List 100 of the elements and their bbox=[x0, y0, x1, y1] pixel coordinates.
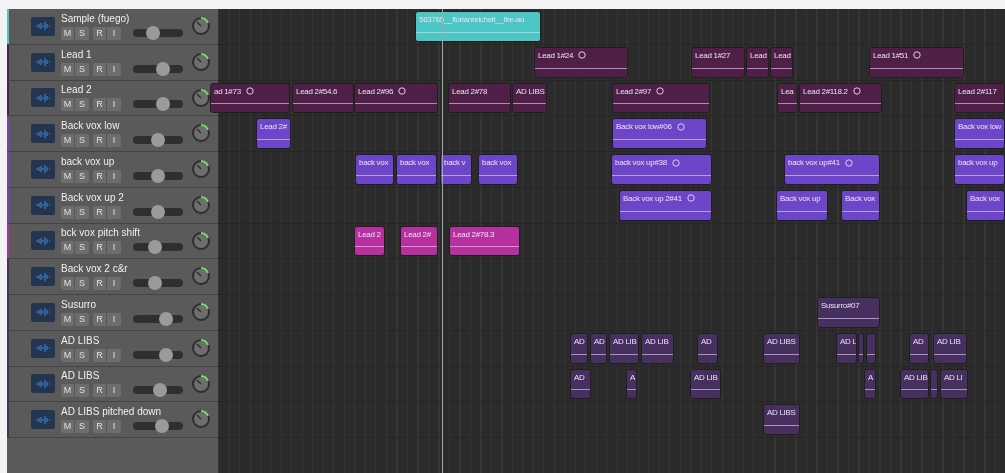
pan-knob[interactable] bbox=[190, 15, 212, 37]
slider-thumb[interactable] bbox=[151, 133, 165, 148]
record-button[interactable]: R bbox=[93, 169, 107, 183]
input-button[interactable]: I bbox=[107, 384, 121, 398]
audio-region[interactable]: AD bbox=[570, 368, 591, 400]
input-button[interactable]: I bbox=[107, 277, 121, 291]
volume-slider[interactable] bbox=[133, 28, 183, 37]
input-button[interactable]: I bbox=[107, 348, 121, 362]
pan-knob[interactable] bbox=[190, 50, 212, 73]
audio-region[interactable]: Lead 2 bbox=[354, 225, 385, 257]
slider-thumb[interactable] bbox=[148, 240, 163, 255]
input-button[interactable]: I bbox=[107, 26, 121, 40]
audio-region[interactable]: AD LIB bbox=[933, 332, 967, 364]
audio-region[interactable]: Lead 2#78.3 bbox=[449, 225, 520, 257]
audio-region[interactable]: Lead 2#97 bbox=[612, 82, 710, 114]
volume-slider[interactable] bbox=[133, 243, 183, 252]
input-button[interactable]: I bbox=[107, 62, 121, 76]
audio-region[interactable]: AD LIBS bbox=[512, 82, 547, 114]
mute-button[interactable]: M bbox=[61, 241, 75, 255]
audio-region[interactable]: Lea bbox=[777, 82, 798, 114]
audio-region[interactable]: back vox up bbox=[954, 154, 1005, 185]
audio-region[interactable] bbox=[866, 332, 876, 364]
slider-thumb[interactable] bbox=[158, 347, 173, 362]
slider-thumb[interactable] bbox=[158, 311, 173, 326]
input-button[interactable]: I bbox=[107, 420, 121, 434]
audio-region[interactable]: Lead 2#78 bbox=[448, 82, 511, 114]
volume-slider[interactable] bbox=[133, 136, 183, 145]
pan-knob[interactable] bbox=[190, 301, 212, 323]
slider-thumb[interactable] bbox=[151, 168, 165, 183]
audio-region[interactable]: Lead 2#118.2 bbox=[799, 82, 882, 114]
input-button[interactable]: I bbox=[107, 241, 121, 255]
audio-region[interactable]: Lead 2#96 bbox=[354, 82, 438, 114]
pan-knob[interactable] bbox=[190, 86, 212, 109]
audio-region[interactable]: AD L bbox=[836, 332, 857, 364]
audio-region[interactable]: back vox up#38 bbox=[611, 154, 712, 185]
audio-region[interactable]: Back vox low bbox=[954, 118, 1005, 149]
slider-thumb[interactable] bbox=[148, 276, 163, 291]
input-button[interactable]: I bbox=[107, 134, 121, 148]
record-button[interactable]: R bbox=[93, 348, 107, 362]
audio-region[interactable]: AD LIB bbox=[641, 332, 674, 364]
audio-region[interactable]: AD LI bbox=[940, 368, 968, 400]
solo-button[interactable]: S bbox=[75, 420, 89, 434]
input-button[interactable]: I bbox=[107, 169, 121, 183]
input-button[interactable]: I bbox=[107, 205, 121, 219]
audio-region[interactable]: back vox up#41 bbox=[784, 154, 880, 185]
solo-button[interactable]: S bbox=[75, 241, 89, 255]
mute-button[interactable]: M bbox=[61, 348, 75, 362]
volume-slider[interactable] bbox=[133, 386, 183, 395]
audio-region[interactable]: A bbox=[626, 368, 637, 400]
volume-slider[interactable] bbox=[133, 171, 183, 180]
audio-region[interactable]: AD LIBS bbox=[763, 404, 800, 435]
audio-region[interactable]: Lead 1#24 bbox=[534, 46, 628, 78]
audio-region[interactable]: AD bbox=[909, 332, 929, 364]
record-button[interactable]: R bbox=[93, 312, 107, 326]
input-button[interactable]: I bbox=[107, 312, 121, 326]
record-button[interactable]: R bbox=[93, 134, 107, 148]
mute-button[interactable]: M bbox=[61, 134, 75, 148]
audio-region[interactable]: Back vox bbox=[966, 189, 1005, 221]
audio-region[interactable]: Back vox low#06 bbox=[612, 118, 707, 149]
mute-button[interactable]: M bbox=[61, 420, 75, 434]
slider-thumb[interactable] bbox=[155, 419, 170, 434]
audio-region[interactable]: back v bbox=[440, 154, 472, 185]
audio-region[interactable] bbox=[930, 368, 938, 400]
audio-region[interactable]: AD LIBS bbox=[763, 332, 800, 364]
record-button[interactable]: R bbox=[93, 420, 107, 434]
pan-knob[interactable] bbox=[190, 408, 212, 431]
mute-button[interactable]: M bbox=[61, 277, 75, 291]
audio-region[interactable]: AD LIB bbox=[900, 368, 929, 400]
mute-button[interactable]: M bbox=[61, 62, 75, 76]
record-button[interactable]: R bbox=[93, 384, 107, 398]
solo-button[interactable]: S bbox=[75, 62, 89, 76]
audio-region[interactable]: AD bbox=[590, 332, 607, 364]
audio-region[interactable]: back vox bbox=[396, 154, 437, 185]
input-button[interactable]: I bbox=[107, 98, 121, 112]
record-button[interactable]: R bbox=[93, 241, 107, 255]
pan-knob[interactable] bbox=[190, 336, 212, 359]
mute-button[interactable]: M bbox=[61, 384, 75, 398]
mute-button[interactable]: M bbox=[61, 169, 75, 183]
audio-region[interactable]: Lead 2# bbox=[400, 225, 438, 257]
audio-region[interactable]: AD LIB bbox=[609, 332, 639, 364]
slider-thumb[interactable] bbox=[151, 204, 165, 219]
audio-region[interactable]: Lead bbox=[770, 46, 793, 78]
audio-region[interactable]: Susurro#07 bbox=[817, 297, 880, 328]
slider-thumb[interactable] bbox=[152, 383, 167, 398]
audio-region[interactable]: AD bbox=[570, 332, 588, 364]
mute-button[interactable]: M bbox=[61, 26, 75, 40]
audio-region[interactable]: Lead bbox=[746, 46, 769, 78]
solo-button[interactable]: S bbox=[75, 134, 89, 148]
audio-region[interactable]: Back vox bbox=[841, 189, 880, 221]
record-button[interactable]: R bbox=[93, 277, 107, 291]
mute-button[interactable]: M bbox=[61, 205, 75, 219]
solo-button[interactable]: S bbox=[75, 98, 89, 112]
volume-slider[interactable] bbox=[133, 314, 183, 323]
audio-region[interactable]: AD LIB bbox=[690, 368, 721, 400]
record-button[interactable]: R bbox=[93, 205, 107, 219]
audio-region[interactable]: Lead 2# bbox=[256, 118, 291, 149]
audio-region[interactable]: back vox bbox=[355, 154, 394, 185]
audio-region[interactable]: back vox bbox=[478, 154, 518, 185]
record-button[interactable]: R bbox=[93, 26, 107, 40]
pan-knob[interactable] bbox=[190, 158, 212, 180]
